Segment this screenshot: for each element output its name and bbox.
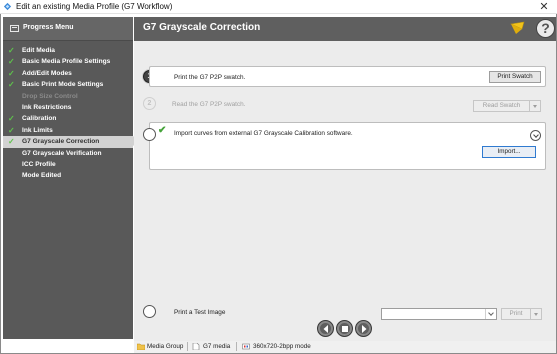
chevron-down-icon bbox=[485, 309, 496, 319]
sidebar-item-label: Ink Restrictions bbox=[22, 103, 72, 111]
read-swatch-dropdown-icon bbox=[529, 101, 541, 111]
sidebar-item-label: G7 Grayscale Verification bbox=[22, 149, 102, 157]
page-title: G7 Grayscale Correction bbox=[143, 22, 261, 33]
sidebar-item-mode-edited[interactable]: Mode Edited bbox=[3, 170, 133, 181]
sidebar-header: Progress Menu bbox=[3, 17, 133, 41]
check-icon: ✓ bbox=[8, 68, 15, 78]
sidebar-item-calibration[interactable]: ✓ Calibration bbox=[3, 113, 133, 124]
main-content: 1 Print the G7 P2P swatch. Print Swatch … bbox=[134, 41, 556, 341]
sidebar-item-label: Ink Limits bbox=[22, 126, 53, 134]
folder-icon bbox=[137, 343, 145, 350]
chevron-down-icon[interactable] bbox=[530, 130, 541, 141]
step-2-indicator: 2 bbox=[143, 97, 156, 110]
check-icon: ✓ bbox=[8, 114, 15, 124]
app-icon bbox=[3, 2, 12, 11]
back-button[interactable] bbox=[317, 320, 334, 337]
print-dropdown-icon bbox=[530, 309, 542, 319]
completed-check-icon: ✔ bbox=[158, 125, 167, 136]
step-4-text: Print a Test Image bbox=[174, 309, 226, 316]
status-bar: Media Group G7 media 360x720-2bpp mode bbox=[134, 341, 556, 353]
sidebar-item-label: Basic Media Profile Settings bbox=[22, 58, 111, 66]
window-titlebar: Edit an existing Media Profile (G7 Workf… bbox=[0, 0, 557, 14]
sidebar-item-ink-restrictions[interactable]: Ink Restrictions bbox=[3, 102, 133, 113]
check-icon: ✓ bbox=[8, 125, 15, 135]
test-image-select[interactable] bbox=[381, 308, 497, 320]
step-1-panel: Print the G7 P2P swatch. Print Swatch bbox=[149, 66, 546, 87]
next-button[interactable] bbox=[355, 320, 372, 337]
sidebar-title: Progress Menu bbox=[23, 24, 74, 31]
sidebar-item-label: Drop Size Control bbox=[22, 92, 78, 100]
sidebar-item-edit-media[interactable]: ✓ Edit Media bbox=[3, 45, 133, 56]
sidebar-item-label: Calibration bbox=[22, 115, 57, 123]
sidebar-item-ink-limits[interactable]: ✓ Ink Limits bbox=[3, 125, 133, 136]
print-swatch-button[interactable]: Print Swatch bbox=[489, 71, 541, 83]
check-icon: ✓ bbox=[8, 137, 15, 147]
arrow-right-icon bbox=[362, 325, 367, 333]
check-icon: ✓ bbox=[8, 46, 15, 55]
step-3-text: Import curves from external G7 Grayscale… bbox=[174, 130, 353, 137]
step-3-panel: ✔ Import curves from external G7 Graysca… bbox=[149, 122, 546, 170]
sidebar-item-drop-size-control: Drop Size Control bbox=[3, 91, 133, 102]
divider bbox=[236, 342, 237, 351]
step-4-indicator bbox=[143, 305, 156, 318]
close-button[interactable]: ✕ bbox=[533, 0, 555, 14]
breadcrumb-media: G7 media bbox=[203, 343, 231, 350]
window-title: Edit an existing Media Profile (G7 Workf… bbox=[16, 2, 173, 11]
sidebar-item-g7-grayscale-verification[interactable]: G7 Grayscale Verification bbox=[3, 148, 133, 159]
print-test-image-button: Print bbox=[501, 308, 542, 320]
breadcrumb-mode: 360x720-2bpp mode bbox=[253, 343, 311, 350]
sidebar-item-add-edit-modes[interactable]: ✓ Add/Edit Modes bbox=[3, 68, 133, 79]
check-icon: ✓ bbox=[8, 80, 15, 90]
print-button-label: Print bbox=[509, 310, 523, 317]
sidebar-item-label: ICC Profile bbox=[22, 160, 56, 168]
check-icon: ✓ bbox=[8, 57, 15, 67]
breadcrumb-media-group: Media Group bbox=[147, 343, 184, 350]
divider bbox=[187, 342, 188, 351]
stop-button[interactable] bbox=[336, 320, 353, 337]
document-icon bbox=[192, 343, 200, 350]
help-icon[interactable]: ? bbox=[536, 19, 555, 38]
sidebar-item-basic-media-profile-settings[interactable]: ✓ Basic Media Profile Settings bbox=[3, 56, 133, 67]
sidebar-item-label: Mode Edited bbox=[22, 172, 62, 180]
sidebar-item-label: Add/Edit Modes bbox=[22, 69, 72, 77]
wizard-window: Progress Menu ✓ Edit Media ✓ Basic Media P… bbox=[0, 14, 557, 354]
page-header: G7 Grayscale Correction ? bbox=[134, 17, 556, 41]
sidebar-item-icc-profile[interactable]: ICC Profile bbox=[3, 159, 133, 170]
read-swatch-button: Read Swatch bbox=[473, 100, 541, 112]
import-button[interactable]: Import... bbox=[482, 146, 536, 158]
sidebar-item-g7-grayscale-correction[interactable]: ✓ G7 Grayscale Correction bbox=[3, 136, 139, 148]
step-3-indicator bbox=[143, 128, 156, 141]
step-2-text: Read the G7 P2P swatch. bbox=[172, 101, 246, 108]
step-1-text: Print the G7 P2P swatch. bbox=[174, 74, 246, 81]
read-swatch-label: Read Swatch bbox=[482, 102, 521, 109]
progress-sidebar: Progress Menu ✓ Edit Media ✓ Basic Media P… bbox=[3, 17, 139, 339]
sidebar-item-label: Edit Media bbox=[22, 47, 55, 54]
menu-icon bbox=[10, 25, 19, 32]
print-mode-icon bbox=[242, 343, 250, 350]
sidebar-item-label: G7 Grayscale Correction bbox=[22, 138, 100, 146]
sidebar-item-basic-print-mode-settings[interactable]: ✓ Basic Print Mode Settings bbox=[3, 79, 133, 90]
flag-icon[interactable] bbox=[509, 20, 527, 37]
stop-icon bbox=[342, 326, 348, 332]
progress-steps: ✓ Edit Media ✓ Basic Media Profile Setting… bbox=[3, 45, 139, 182]
arrow-left-icon bbox=[323, 325, 328, 333]
sidebar-item-label: Basic Print Mode Settings bbox=[22, 81, 104, 89]
